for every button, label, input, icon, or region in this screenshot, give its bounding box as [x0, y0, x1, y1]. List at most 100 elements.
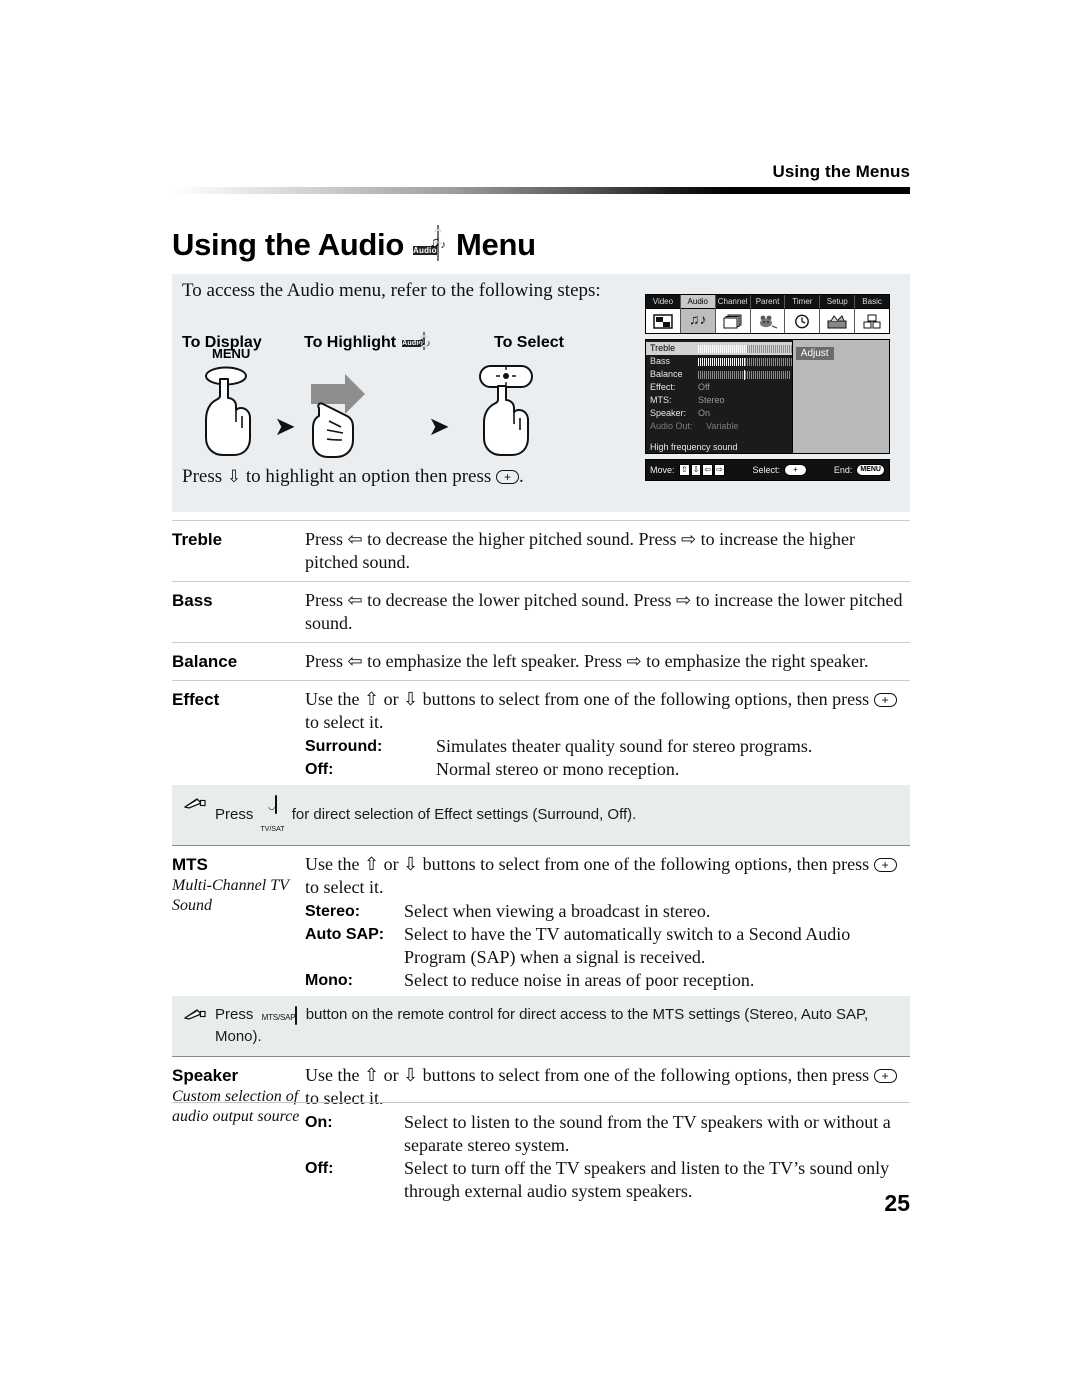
desc-mts-pre: Use the ⇧ or ⇩ buttons to select from on…: [305, 854, 870, 874]
osd-end-glyph: MENU: [856, 464, 885, 476]
step-label-highlight: To Highlight Audio ♫♪: [304, 332, 432, 352]
osd-row-bass[interactable]: Bass: [646, 355, 792, 368]
option-stereo: Stereo: Select when viewing a broadcast …: [305, 900, 910, 923]
step-menu-press-graphic: MENU: [198, 346, 260, 463]
term-balance: Balance: [172, 652, 238, 671]
tv-osd-screenshot: Video Audio ♫♪ Channel Parent Timer Setu…: [645, 294, 890, 481]
bass-bar[interactable]: [698, 357, 792, 366]
instruction-footer-mid: to highlight an option then press: [245, 466, 492, 487]
hand-pressing-menu-icon: [205, 366, 251, 456]
option-off: Off: Normal stereo or mono reception.: [305, 758, 910, 781]
osd-row-value: Stereo: [698, 395, 725, 405]
osd-row-value: On: [698, 408, 711, 418]
mts-sap-button-icon: MTS/SAP: [258, 1005, 302, 1027]
desc-speaker-post: to select it.: [305, 1088, 384, 1109]
osd-row-label: Speaker:: [650, 408, 687, 418]
osd-tab-parent[interactable]: Parent: [750, 295, 786, 333]
instruction-footer-end: .: [519, 466, 524, 487]
osd-row-label: Audio Out:: [650, 421, 693, 431]
option-text: Select to listen to the sound from the T…: [404, 1112, 891, 1156]
osd-row-value: Off: [698, 382, 710, 392]
option-on: On: Select to listen to the sound from t…: [305, 1111, 910, 1157]
desc-bass: Press ⇦ to decrease the lower pitched so…: [305, 590, 903, 633]
osd-row-effect[interactable]: Effect: Off: [646, 381, 792, 394]
osd-tab-channel[interactable]: Channel: [715, 295, 751, 333]
term-bass: Bass: [172, 591, 213, 610]
osd-select-glyph: +: [784, 464, 807, 476]
step-audio-icon: Audio ♫♪: [402, 332, 432, 350]
osd-select-label: Select:: [752, 465, 781, 475]
hand-pointing-right-icon: [311, 374, 365, 458]
option-text: Simulates theater quality sound for ster…: [436, 736, 813, 756]
select-button-glyph: +: [873, 1068, 897, 1083]
select-button-glyph: +: [496, 469, 520, 484]
osd-hint-text: High frequency sound: [650, 442, 738, 452]
channel-icon: [715, 308, 750, 333]
audio-menu-icon: Audio ♫♪: [413, 225, 447, 261]
osd-tab-timer[interactable]: Timer: [785, 295, 821, 333]
osd-tab-video[interactable]: Video: [646, 295, 681, 333]
osd-row-balance[interactable]: Balance: [646, 368, 792, 381]
term-effect: Effect: [172, 690, 220, 709]
osd-row-mts[interactable]: MTS: Stereo: [646, 394, 792, 407]
select-button-glyph: +: [873, 692, 897, 707]
step-arrow-1-icon: ➤: [274, 412, 296, 441]
step-label-highlight-text: To Highlight: [304, 334, 397, 351]
note-text: Press MTS/SAP button on the remote contr…: [215, 1004, 900, 1048]
option-name: Auto SAP:: [305, 926, 385, 943]
osd-tab-bar: Video Audio ♫♪ Channel Parent Timer Setu…: [645, 294, 890, 334]
table-bottom-rule: [172, 1102, 910, 1103]
osd-row-value: Variable: [706, 421, 739, 431]
note-post: for direct selection of Effect settings …: [291, 805, 637, 823]
osd-row-label: MTS:: [650, 395, 672, 405]
arrow-up-icon: ⇧: [679, 464, 690, 476]
osd-tab-basic[interactable]: Basic: [855, 295, 890, 333]
table-row-effect: Effect Use the ⇧ or ⇩ buttons to select …: [172, 681, 910, 785]
treble-bar[interactable]: [698, 344, 792, 353]
option-mono: Mono: Select to reduce noise in areas of…: [305, 969, 910, 992]
osd-tab-label: Setup: [826, 297, 848, 306]
osd-row-label: Bass: [650, 356, 671, 366]
basic-icon: [855, 308, 890, 333]
desc-mts-post: to select it.: [305, 877, 384, 897]
term-speaker-label: Speaker: [172, 1066, 239, 1086]
header-gradient-rule: [172, 187, 910, 194]
term-mts: MTS Multi-Channel TV Sound: [172, 853, 305, 992]
desc-effect: Use the ⇧ or ⇩ buttons to select from on…: [305, 688, 910, 781]
instruction-intro: To access the Audio menu, refer to the f…: [182, 280, 601, 301]
note-pre: Press: [215, 805, 254, 823]
osd-move-keys: ⇧ ⇩ ⇦ ⇨: [679, 464, 726, 476]
table-row-bass: Bass Press ⇦ to decrease the lower pitch…: [172, 582, 910, 642]
osd-row-label: Treble: [650, 343, 676, 353]
step-highlight-graphic: [307, 372, 397, 467]
running-head: Using the Menus: [772, 162, 910, 181]
osd-row-label: Effect:: [650, 382, 676, 392]
option-text: Normal stereo or mono reception.: [436, 759, 680, 779]
table-row-mts: MTS Multi-Channel TV Sound Use the ⇧ or …: [172, 846, 910, 996]
osd-end-label: End:: [833, 465, 853, 475]
option-name: Mono:: [305, 972, 353, 989]
page-header: Using the Menus: [172, 162, 910, 194]
osd-tab-audio[interactable]: Audio ♫♪: [680, 295, 716, 333]
option-name: Stereo:: [305, 903, 361, 920]
tv-sat-button-icon: ◡ TV/SAT: [258, 794, 288, 838]
table-row-treble: Treble Press ⇦ to decrease the higher pi…: [172, 521, 910, 581]
osd-adjust-label: Adjust: [795, 347, 834, 360]
effect-options: Surround: Simulates theater quality soun…: [305, 735, 910, 781]
note-pre: Press: [215, 1006, 254, 1023]
desc-balance: Press ⇦ to emphasize the left speaker. P…: [305, 651, 869, 671]
audio-settings-table: Treble Press ⇦ to decrease the higher pi…: [172, 520, 910, 1207]
osd-row-speaker[interactable]: Speaker: On: [646, 407, 792, 420]
tv-sat-sub: TV/SAT: [260, 826, 285, 833]
desc-effect-post: to select it.: [305, 712, 384, 732]
balance-bar[interactable]: [698, 369, 792, 380]
osd-row-treble[interactable]: Treble: [646, 342, 792, 355]
term-treble: Treble: [172, 530, 223, 549]
term-speaker: Speaker Custom selection of audio output…: [172, 1064, 305, 1203]
osd-tab-setup[interactable]: Setup: [820, 295, 856, 333]
down-arrow-icon: ⇩: [226, 467, 242, 487]
osd-tab-label: Parent: [755, 297, 780, 306]
option-auto-sap: Auto SAP: Select to have the TV automati…: [305, 923, 910, 969]
instruction-footer-pre: Press: [182, 466, 223, 487]
select-button-glyph: +: [873, 857, 897, 872]
